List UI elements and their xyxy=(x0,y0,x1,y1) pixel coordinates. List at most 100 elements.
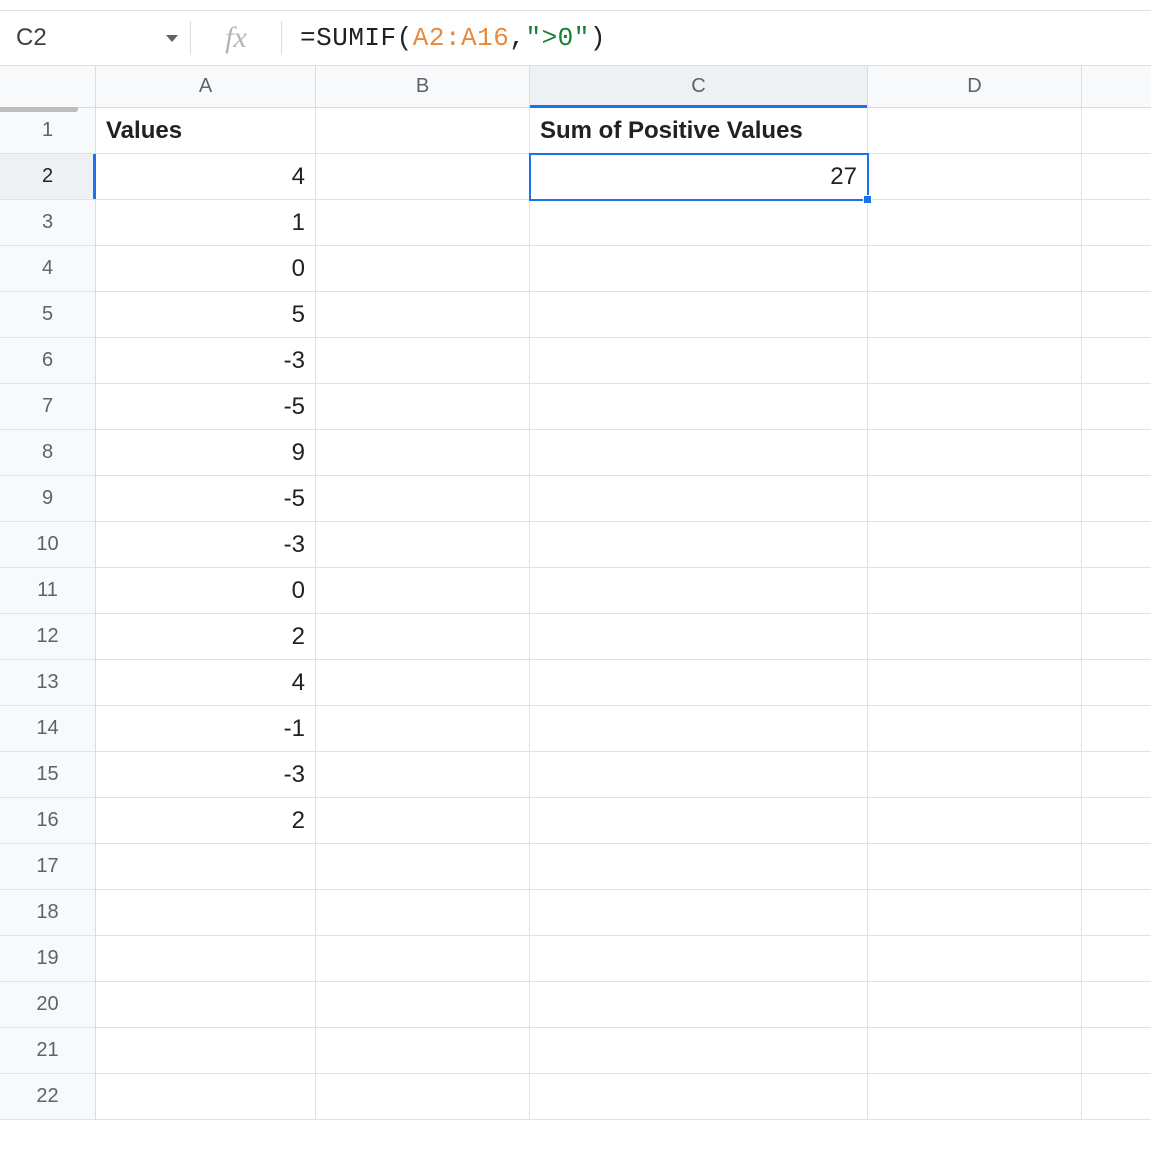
cell-B1[interactable] xyxy=(316,108,530,154)
cell-C14[interactable] xyxy=(530,706,868,752)
row-header-10[interactable]: 10 xyxy=(0,522,96,568)
row-header-2[interactable]: 2 xyxy=(0,154,96,200)
cell-D4[interactable] xyxy=(868,246,1082,292)
row-header-19[interactable]: 19 xyxy=(0,936,96,982)
cell-B16[interactable] xyxy=(316,798,530,844)
cell-B15[interactable] xyxy=(316,752,530,798)
name-box[interactable]: C2 xyxy=(0,11,190,65)
cell-D19[interactable] xyxy=(868,936,1082,982)
cell-D11[interactable] xyxy=(868,568,1082,614)
cell-D20[interactable] xyxy=(868,982,1082,1028)
cell-E20[interactable] xyxy=(1082,982,1151,1028)
cell-B7[interactable] xyxy=(316,384,530,430)
cell-C6[interactable] xyxy=(530,338,868,384)
cell-E19[interactable] xyxy=(1082,936,1151,982)
cell-D3[interactable] xyxy=(868,200,1082,246)
cell-D6[interactable] xyxy=(868,338,1082,384)
cell-C5[interactable] xyxy=(530,292,868,338)
cell-E9[interactable] xyxy=(1082,476,1151,522)
cell-D22[interactable] xyxy=(868,1074,1082,1120)
row-header-13[interactable]: 13 xyxy=(0,660,96,706)
cell-E14[interactable] xyxy=(1082,706,1151,752)
cell-B13[interactable] xyxy=(316,660,530,706)
cell-C10[interactable] xyxy=(530,522,868,568)
row-header-22[interactable]: 22 xyxy=(0,1074,96,1120)
cell-A2[interactable]: 4 xyxy=(96,154,316,200)
row-header-3[interactable]: 3 xyxy=(0,200,96,246)
col-header-E[interactable] xyxy=(1082,66,1151,107)
cell-D17[interactable] xyxy=(868,844,1082,890)
cell-A22[interactable] xyxy=(96,1074,316,1120)
cell-D10[interactable] xyxy=(868,522,1082,568)
cell-B9[interactable] xyxy=(316,476,530,522)
row-header-7[interactable]: 7 xyxy=(0,384,96,430)
cell-A15[interactable]: -3 xyxy=(96,752,316,798)
cell-A4[interactable]: 0 xyxy=(96,246,316,292)
cell-A6[interactable]: -3 xyxy=(96,338,316,384)
chevron-down-icon[interactable] xyxy=(166,35,178,42)
cell-B21[interactable] xyxy=(316,1028,530,1074)
cell-A12[interactable]: 2 xyxy=(96,614,316,660)
cell-E16[interactable] xyxy=(1082,798,1151,844)
cell-D13[interactable] xyxy=(868,660,1082,706)
cell-B8[interactable] xyxy=(316,430,530,476)
cell-A14[interactable]: -1 xyxy=(96,706,316,752)
row-header-16[interactable]: 16 xyxy=(0,798,96,844)
row-header-8[interactable]: 8 xyxy=(0,430,96,476)
cell-C17[interactable] xyxy=(530,844,868,890)
cell-E1[interactable] xyxy=(1082,108,1151,154)
cell-C2[interactable]: 27 xyxy=(530,154,868,200)
cell-C19[interactable] xyxy=(530,936,868,982)
cell-D5[interactable] xyxy=(868,292,1082,338)
cell-E10[interactable] xyxy=(1082,522,1151,568)
cell-E8[interactable] xyxy=(1082,430,1151,476)
cell-B4[interactable] xyxy=(316,246,530,292)
cell-C22[interactable] xyxy=(530,1074,868,1120)
cell-E18[interactable] xyxy=(1082,890,1151,936)
cell-C3[interactable] xyxy=(530,200,868,246)
cell-B22[interactable] xyxy=(316,1074,530,1120)
cell-D12[interactable] xyxy=(868,614,1082,660)
cell-A3[interactable]: 1 xyxy=(96,200,316,246)
cell-C11[interactable] xyxy=(530,568,868,614)
cell-A20[interactable] xyxy=(96,982,316,1028)
cell-E7[interactable] xyxy=(1082,384,1151,430)
cell-D2[interactable] xyxy=(868,154,1082,200)
row-header-18[interactable]: 18 xyxy=(0,890,96,936)
cell-B10[interactable] xyxy=(316,522,530,568)
cell-A21[interactable] xyxy=(96,1028,316,1074)
cell-B17[interactable] xyxy=(316,844,530,890)
cell-B12[interactable] xyxy=(316,614,530,660)
row-header-14[interactable]: 14 xyxy=(0,706,96,752)
cell-E4[interactable] xyxy=(1082,246,1151,292)
cell-E12[interactable] xyxy=(1082,614,1151,660)
cell-D21[interactable] xyxy=(868,1028,1082,1074)
cell-C18[interactable] xyxy=(530,890,868,936)
cell-B6[interactable] xyxy=(316,338,530,384)
row-header-6[interactable]: 6 xyxy=(0,338,96,384)
cell-D9[interactable] xyxy=(868,476,1082,522)
cell-E15[interactable] xyxy=(1082,752,1151,798)
cell-B20[interactable] xyxy=(316,982,530,1028)
cell-D14[interactable] xyxy=(868,706,1082,752)
cell-C9[interactable] xyxy=(530,476,868,522)
cell-B2[interactable] xyxy=(316,154,530,200)
cell-A13[interactable]: 4 xyxy=(96,660,316,706)
row-header-1[interactable]: 1 xyxy=(0,108,96,154)
cell-B5[interactable] xyxy=(316,292,530,338)
cell-C4[interactable] xyxy=(530,246,868,292)
cell-D18[interactable] xyxy=(868,890,1082,936)
select-all-corner[interactable] xyxy=(0,66,96,108)
cell-E3[interactable] xyxy=(1082,200,1151,246)
cell-E13[interactable] xyxy=(1082,660,1151,706)
row-header-17[interactable]: 17 xyxy=(0,844,96,890)
formula-input[interactable]: = SUMIF ( A2:A16 , ">0" ) xyxy=(282,11,1151,65)
cell-A5[interactable]: 5 xyxy=(96,292,316,338)
cell-E6[interactable] xyxy=(1082,338,1151,384)
cell-E11[interactable] xyxy=(1082,568,1151,614)
cell-C15[interactable] xyxy=(530,752,868,798)
cell-A9[interactable]: -5 xyxy=(96,476,316,522)
cell-B11[interactable] xyxy=(316,568,530,614)
cell-B14[interactable] xyxy=(316,706,530,752)
col-header-A[interactable]: A xyxy=(96,66,316,107)
